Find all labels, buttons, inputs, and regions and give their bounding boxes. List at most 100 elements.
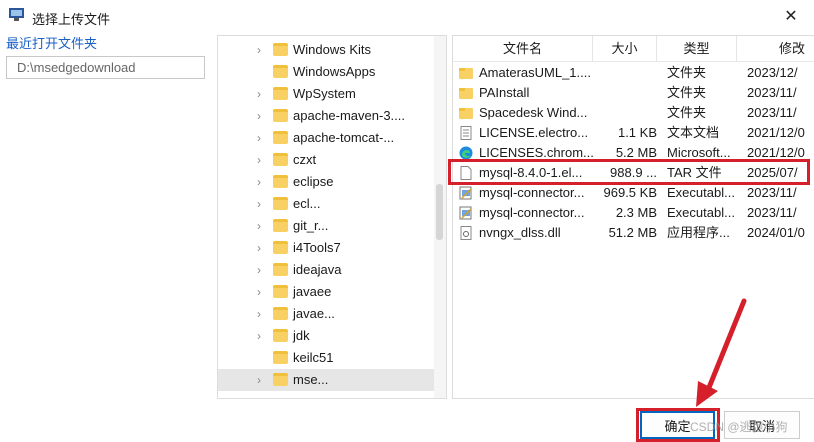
folder-icon: [459, 108, 473, 119]
chevron-right-icon[interactable]: ›: [257, 193, 267, 215]
chevron-right-icon[interactable]: ›: [257, 149, 267, 171]
file-list-header: 文件名 大小 类型 修改: [453, 36, 814, 62]
tree-item[interactable]: › ecl...: [218, 193, 436, 215]
installer-icon: [459, 186, 472, 200]
folder-icon: [273, 131, 288, 144]
file-cell-modified: 2023/11/: [747, 185, 797, 200]
folder-icon: [273, 285, 288, 298]
folder-icon: [273, 329, 288, 342]
chevron-right-icon[interactable]: ›: [257, 83, 267, 105]
file-row[interactable]: mysql-8.4.0-1.el... 988.9 ... TAR 文件 2025/0…: [453, 163, 814, 183]
chevron-right-icon[interactable]: ›: [257, 171, 267, 193]
chevron-right-icon[interactable]: ›: [257, 39, 267, 61]
chevron-right-icon[interactable]: ›: [257, 127, 267, 149]
tree-item[interactable]: › javaee: [218, 281, 436, 303]
file-cell-name: LICENSE.electro...: [479, 125, 589, 140]
tree-item[interactable]: › mse...: [218, 369, 436, 391]
file-cell-name: nvngx_dlss.dll: [479, 225, 561, 240]
file-cell-modified: 2023/11/: [747, 105, 797, 120]
tree-item-label: apache-tomcat-...: [293, 130, 395, 145]
close-button[interactable]: ✕: [768, 0, 814, 32]
file-list[interactable]: 文件名 大小 类型 修改 AmaterasUML_1.... 文件夹 2023/12…: [452, 35, 814, 399]
column-header-name[interactable]: 文件名: [453, 36, 593, 62]
file-row[interactable]: AmaterasUML_1.... 文件夹 2023/12/: [453, 63, 814, 83]
chevron-right-icon[interactable]: ›: [257, 369, 267, 391]
tree-item[interactable]: › WpSystem: [218, 83, 436, 105]
path-input[interactable]: [6, 56, 205, 79]
tree-item[interactable]: › jdk: [218, 325, 436, 347]
column-header-type[interactable]: 类型: [657, 36, 737, 62]
tree-item-label: czxt: [293, 152, 317, 167]
folder-tree[interactable]: › Windows Kits WindowsApps › WpSystem › apache…: [217, 35, 447, 399]
chevron-right-icon[interactable]: ›: [257, 105, 267, 127]
file-cell-type: 文件夹: [667, 65, 707, 80]
column-header-size[interactable]: 大小: [593, 36, 657, 62]
installer-icon: [459, 206, 472, 220]
tree-item[interactable]: › git_r...: [218, 215, 436, 237]
folder-icon: [273, 153, 288, 166]
folder-icon: [273, 43, 288, 56]
file-cell-name: AmaterasUML_1....: [479, 65, 591, 80]
file-row[interactable]: nvngx_dlss.dll 51.2 MB 应用程序... 2024/01/0: [453, 223, 814, 243]
chevron-right-icon[interactable]: ›: [257, 303, 267, 325]
recent-folders-link[interactable]: 最近打开文件夹: [6, 33, 97, 52]
chevron-right-icon[interactable]: ›: [257, 325, 267, 347]
file-cell-size: 988.9 ...: [610, 165, 657, 180]
tree-scrollbar-thumb[interactable]: [436, 184, 443, 240]
file-row[interactable]: Spacedesk Wind... 文件夹 2023/11/: [453, 103, 814, 123]
tree-item[interactable]: › apache-tomcat-...: [218, 127, 436, 149]
file-cell-name: Spacedesk Wind...: [479, 105, 588, 120]
dll-file-icon: [460, 226, 472, 240]
chevron-right-icon[interactable]: ›: [257, 215, 267, 237]
chevron-right-icon[interactable]: ›: [257, 259, 267, 281]
file-cell-name: mysql-8.4.0-1.el...: [479, 165, 583, 180]
ok-button[interactable]: 确定: [640, 411, 715, 439]
file-cell-type: TAR 文件: [667, 165, 722, 180]
tree-item-label: ecl...: [293, 196, 321, 211]
tree-item[interactable]: › eclipse: [218, 171, 436, 193]
tree-item[interactable]: › ideajava: [218, 259, 436, 281]
tree-item-label: git_r...: [293, 218, 329, 233]
file-cell-name: LICENSES.chrom...: [479, 145, 594, 160]
tree-item[interactable]: › i4Tools7: [218, 237, 436, 259]
tree-item[interactable]: WindowsApps: [218, 61, 436, 83]
tree-item-label: javaee: [293, 284, 332, 299]
file-cell-type: 文件夹: [667, 85, 707, 100]
tree-item[interactable]: › javae...: [218, 303, 436, 325]
tree-item[interactable]: › Windows Kits: [218, 39, 436, 61]
chevron-right-icon[interactable]: ›: [257, 237, 267, 259]
tree-scrollbar[interactable]: [434, 36, 446, 398]
file-cell-size: 5.2 MB: [615, 145, 657, 160]
file-row[interactable]: PAInstall 文件夹 2023/11/: [453, 83, 814, 103]
file-cell-type: Executabl...: [667, 185, 735, 200]
file-row[interactable]: mysql-connector... 969.5 KB Executabl... 20…: [453, 183, 814, 203]
folder-icon: [273, 219, 288, 232]
folder-icon: [273, 351, 288, 364]
folder-icon: [459, 88, 473, 99]
chevron-right-icon[interactable]: ›: [257, 281, 267, 303]
column-header-modified[interactable]: 修改: [737, 36, 814, 62]
folder-icon: [273, 87, 288, 100]
file-row[interactable]: mysql-connector... 2.3 MB Executabl... 2023…: [453, 203, 814, 223]
file-cell-size: [597, 103, 657, 123]
tree-item[interactable]: › czxt: [218, 149, 436, 171]
close-icon: ✕: [784, 8, 798, 25]
cancel-button[interactable]: 取消: [724, 411, 800, 439]
edge-icon: [459, 146, 473, 160]
file-cell-type: 文件夹: [667, 105, 707, 120]
tree-item[interactable]: keilc51: [218, 347, 436, 369]
tree-item-label: keilc51: [293, 350, 334, 365]
text-file-icon: [460, 126, 472, 140]
tree-item[interactable]: › apache-maven-3....: [218, 105, 436, 127]
file-cell-type: Executabl...: [667, 205, 735, 220]
folder-icon: [273, 263, 288, 276]
file-cell-modified: 2021/12/0: [747, 125, 805, 140]
file-cell-modified: 2021/12/0: [747, 145, 805, 160]
window-app-icon: [9, 8, 24, 21]
file-row[interactable]: LICENSE.electro... 1.1 KB 文本文档 2021/12/0: [453, 123, 814, 143]
tree-item-label: WpSystem: [293, 86, 356, 101]
folder-icon: [273, 241, 288, 254]
file-cell-size: [597, 63, 657, 83]
window-title: 选择上传文件: [32, 12, 111, 27]
file-row[interactable]: LICENSES.chrom... 5.2 MB Microsoft... 2021/…: [453, 143, 814, 163]
